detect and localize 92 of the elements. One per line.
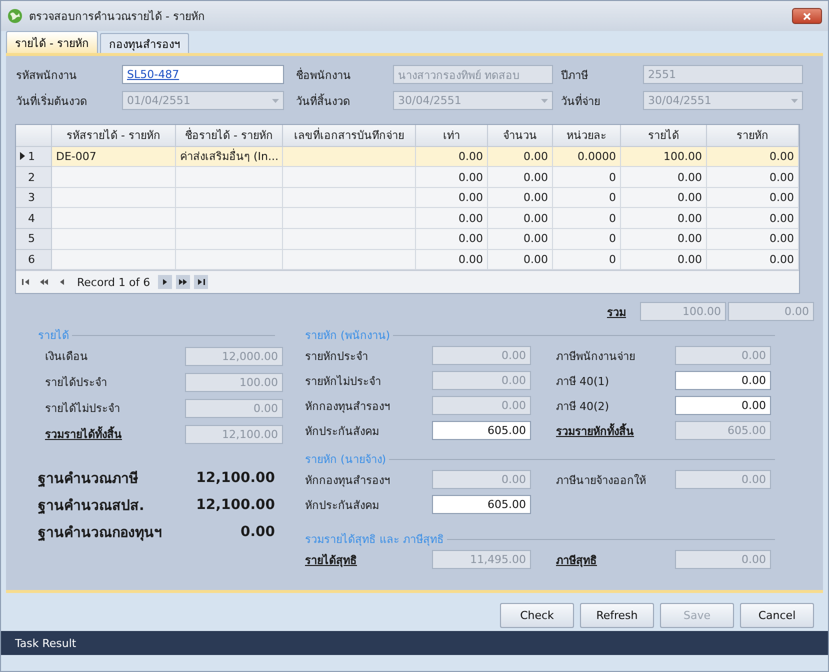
row-number: 5 <box>28 232 35 246</box>
table-cell: 0.00 <box>416 146 488 168</box>
table-cell: ค่าส่งเสริมอื่นๆ (In... <box>176 146 283 168</box>
input-field[interactable]: 0.00 <box>675 396 771 415</box>
field-label: หักกองทุนสำรองฯ <box>305 398 391 414</box>
field-label: ภาษี 40(2) <box>556 398 610 414</box>
base-label: ฐานคำนวณสปส. <box>38 497 144 516</box>
group-title: รายหัก (พนักงาน) <box>305 328 390 344</box>
field-label: ภาษีพนักงานจ่าย <box>556 348 636 364</box>
table-cell: DE-007 <box>52 146 176 168</box>
field-label: หักประกันสังคม <box>305 424 380 440</box>
input-field[interactable]: 0.00 <box>675 371 771 390</box>
table-cell: 0.00 <box>707 146 799 168</box>
base-value: 12,100.00 <box>196 497 275 513</box>
group-title: รวมรายได้สุทธิ และ ภาษีสุทธิ <box>305 532 444 548</box>
field-label: ภาษีนายจ้างออกให้ <box>556 472 647 488</box>
status-bar: Task Result <box>1 631 828 655</box>
field-label: รหัสพนักงาน <box>16 68 78 84</box>
row-header[interactable]: 6 <box>16 250 52 270</box>
table-cell: 0.00 <box>488 208 553 230</box>
table-cell: 0 <box>553 188 621 208</box>
action-button[interactable]: Refresh <box>580 603 654 628</box>
close-button[interactable] <box>792 8 822 24</box>
field-label: รายได้สุทธิ <box>305 552 358 568</box>
base-label: ฐานคำนวณกองทุนฯ <box>38 524 162 543</box>
field-label: รวมรายได้ทั้งสิ้น <box>45 425 123 443</box>
table-cell: 0.00 <box>416 208 488 230</box>
table-cell: 0 <box>553 229 621 250</box>
field-label: รวมรายหักทั้งสิ้น <box>556 422 635 440</box>
total-field: 0.00 <box>728 302 814 321</box>
table-cell: 0.00 <box>621 188 707 208</box>
field-label: เงินเดือน <box>45 349 89 365</box>
input-field[interactable]: 605.00 <box>432 421 531 440</box>
table-cell: 100.00 <box>621 146 707 168</box>
group-title: รายหัก (นายจ้าง) <box>305 452 386 468</box>
table-cell: 0.00 <box>621 167 707 188</box>
table-cell: 0.00 <box>707 208 799 230</box>
row-header[interactable]: 2 <box>16 167 52 188</box>
table-cell: 0.00 <box>416 167 488 188</box>
tab[interactable]: รายได้ - รายหัก <box>6 31 98 53</box>
field-label: รายหักประจำ <box>305 348 369 364</box>
total-label: รวม <box>607 304 626 320</box>
table-cell: 0 <box>553 208 621 230</box>
base-label: ฐานคำนวณภาษี <box>38 470 138 489</box>
table-cell: 0.00 <box>488 167 553 188</box>
table-cell: 0.00 <box>707 229 799 250</box>
row-number: 6 <box>28 253 35 266</box>
window-title: ตรวจสอบการคำนวณรายได้ - รายหัก <box>29 9 206 25</box>
table-cell: 0.00 <box>488 229 553 250</box>
field-label: ภาษี 40(1) <box>556 374 610 390</box>
table-cell: 0.00 <box>707 188 799 208</box>
action-button[interactable]: Cancel <box>740 603 814 628</box>
record-counter: Record 1 of 6 <box>77 276 150 289</box>
base-value: 0.00 <box>240 524 275 540</box>
field-label: หักประกันสังคม <box>305 498 380 514</box>
table-cell: 0.00 <box>488 146 553 168</box>
field-label: ปีภาษี <box>561 68 589 84</box>
row-number: 3 <box>28 191 35 204</box>
field-label: วันที่จ่าย <box>561 92 601 110</box>
globe-icon <box>7 8 23 24</box>
table-cell: 0.00 <box>621 208 707 230</box>
field-label: รายได้ประจำ <box>45 375 108 391</box>
table-cell: 0.00 <box>416 229 488 250</box>
table-cell: 0.00 <box>488 188 553 208</box>
base-value: 12,100.00 <box>196 470 275 486</box>
field-label: หักกองทุนสำรองฯ <box>305 472 391 488</box>
field-label: รายได้ไม่ประจำ <box>45 401 121 417</box>
current-row-icon <box>20 152 25 160</box>
input-field[interactable]: SL50-487 <box>122 65 284 84</box>
row-number: 1 <box>28 150 35 163</box>
close-icon[interactable] <box>802 12 812 20</box>
action-button[interactable]: Check <box>500 603 574 628</box>
field-label: วันที่สิ้นงวด <box>296 92 351 110</box>
input-field[interactable]: 605.00 <box>432 495 531 514</box>
row-header[interactable]: 3 <box>16 188 52 208</box>
table-cell: 0.00 <box>707 167 799 188</box>
row-number: 4 <box>28 212 35 225</box>
table-cell: 0.00 <box>416 188 488 208</box>
table-cell: 0.00 <box>621 229 707 250</box>
field-label: ภาษีสุทธิ <box>556 552 598 568</box>
table-cell: 0 <box>553 167 621 188</box>
tab[interactable]: กองทุนสำรองฯ <box>100 33 189 53</box>
row-header[interactable]: 5 <box>16 229 52 250</box>
table-cell: 0.0000 <box>553 146 621 168</box>
total-field: 100.00 <box>640 302 726 321</box>
field-label: รายหักไม่ประจำ <box>305 374 382 390</box>
row-number: 2 <box>28 170 35 184</box>
field-label: ชื่อพนักงาน <box>296 66 352 84</box>
group-title: รายได้ <box>38 328 69 344</box>
field-label: วันที่เริ่มต้นงวด <box>16 92 88 110</box>
row-header[interactable]: 4 <box>16 208 52 230</box>
row-header[interactable]: 1 <box>16 146 52 168</box>
